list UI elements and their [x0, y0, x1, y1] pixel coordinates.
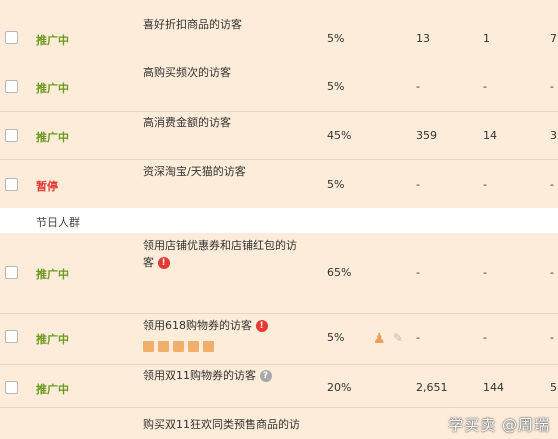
- status-badge: 推广中: [36, 82, 69, 95]
- audience-name: 高消费金额的访客: [143, 116, 231, 129]
- report-icon[interactable]: [143, 341, 154, 352]
- row-tools: [143, 341, 214, 352]
- premium-pct: 5%: [327, 178, 345, 191]
- status-badge: 推广中: [36, 383, 69, 396]
- premium-pct: 5%: [327, 32, 345, 45]
- metric-2: 144: [483, 381, 504, 394]
- edit-icon[interactable]: [203, 341, 214, 352]
- metric-1: -: [416, 80, 420, 93]
- audience-name: 领用双11购物券的访客 ?: [143, 367, 343, 384]
- metric-1: 13: [416, 32, 430, 45]
- premium-pct: 65%: [327, 266, 352, 279]
- audience-name-text: 领用618购物券的访客: [143, 319, 252, 332]
- status-badge: 推广中: [36, 131, 69, 144]
- warning-icon[interactable]: !: [157, 257, 170, 269]
- metric-1: -: [416, 331, 420, 344]
- metric-2: -: [483, 331, 487, 344]
- audience-name: 喜好折扣商品的访客: [143, 18, 242, 31]
- metric-2: -: [483, 266, 487, 279]
- row-checkbox[interactable]: [5, 31, 18, 44]
- status-badge: 推广中: [36, 268, 69, 281]
- row-checkbox[interactable]: [5, 178, 18, 191]
- help-icon[interactable]: ?: [259, 370, 272, 382]
- metric-2: -: [483, 178, 487, 191]
- row-checkbox[interactable]: [5, 266, 18, 279]
- row-checkbox[interactable]: [5, 129, 18, 142]
- premium-pct: 20%: [327, 381, 352, 394]
- row-checkbox[interactable]: [5, 80, 18, 93]
- warning-icon[interactable]: !: [255, 320, 268, 332]
- group-label: 节日人群: [36, 216, 80, 229]
- premium-pct: 5%: [327, 331, 345, 344]
- status-badge: 暂停: [36, 180, 58, 193]
- metric-3: -: [550, 266, 554, 279]
- group-header: 节日人群: [0, 208, 558, 233]
- audience-name: 高购买频次的访客: [143, 66, 231, 79]
- metric-1: -: [416, 178, 420, 191]
- pencil-icon[interactable]: ✎: [393, 331, 403, 345]
- chart-icon[interactable]: [188, 341, 199, 352]
- delete-icon[interactable]: [173, 341, 184, 352]
- metric-3: -: [550, 178, 554, 191]
- people-icon[interactable]: ♟: [373, 331, 386, 347]
- status-badge: 推广中: [36, 34, 69, 47]
- metric-1: 359: [416, 129, 437, 142]
- metric-1: 2,651: [416, 381, 448, 394]
- audience-name: 购买双11狂欢同类预售商品的访: [143, 418, 300, 431]
- metric-3: 7: [550, 32, 557, 45]
- premium-pct: 5%: [327, 80, 345, 93]
- premium-pct: 45%: [327, 129, 352, 142]
- watermark: 学买卖 @周瑞: [448, 416, 550, 434]
- metric-3: -: [550, 331, 554, 344]
- copy-icon[interactable]: [158, 341, 169, 352]
- metric-2: -: [483, 80, 487, 93]
- metric-3: 3: [550, 129, 557, 142]
- row-checkbox[interactable]: [5, 381, 18, 394]
- metric-2: 14: [483, 129, 497, 142]
- metric-2: 1: [483, 32, 490, 45]
- audience-name-text: 领用双11购物券的访客: [143, 369, 256, 382]
- metric-3: -: [550, 80, 554, 93]
- metric-3: 5: [550, 381, 557, 394]
- metric-1: -: [416, 266, 420, 279]
- status-badge: 推广中: [36, 333, 69, 346]
- audience-name: 领用618购物券的访客 !: [143, 317, 343, 334]
- row-checkbox[interactable]: [5, 330, 18, 343]
- audience-name: 资深淘宝/天猫的访客: [143, 165, 246, 178]
- audience-name: 领用店铺优惠券和店铺红包的访客 !: [143, 237, 303, 271]
